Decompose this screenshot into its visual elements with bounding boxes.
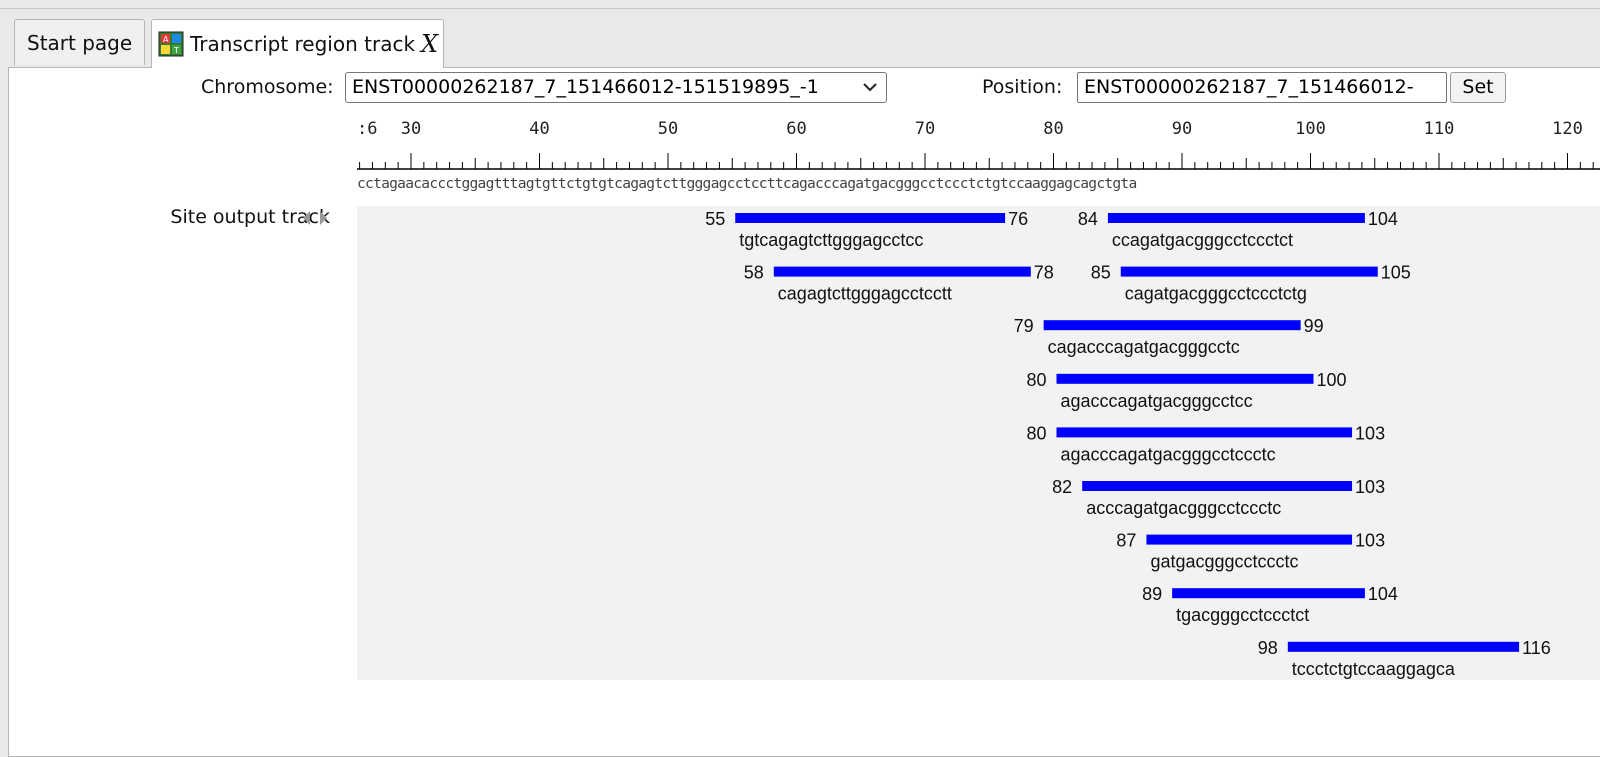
site-start-label: 98 [1258,638,1278,658]
site-end-label: 103 [1355,477,1385,497]
site-end-label: 78 [1034,263,1054,283]
svg-text:A: A [163,35,169,44]
site-start-label: 82 [1052,477,1072,497]
site-sequence-label: cagacccagatgacgggcctc [1048,337,1240,357]
site-end-label: 103 [1355,531,1385,551]
site-start-label: 85 [1091,263,1111,283]
site-bar [1082,481,1353,491]
site-output-track: 55 76 tgtcagagtcttgggagcctcc 84 104 ccagatgac… [705,209,1551,679]
site-bar [773,266,1031,277]
site-sequence-label: tccctctgtccaaggagca [1292,659,1456,679]
site-end-label: 76 [1008,209,1028,229]
site-sequence-label: agacccagatgacgggcctcc [1061,391,1253,411]
site-end-label: 116 [1522,638,1551,658]
site-bar [1120,266,1378,277]
site-start-label: 79 [1014,316,1034,336]
site-start-label: 55 [705,209,725,229]
site-bar [1056,373,1314,384]
site-end-label: 100 [1317,370,1347,390]
close-tab-icon[interactable]: X [421,30,438,58]
site-start-label: 84 [1078,209,1098,229]
site-end-label: 99 [1304,316,1324,336]
site-end-label: 103 [1355,423,1385,443]
site-sequence-label: tgacgggcctccctct [1176,605,1309,625]
site-sequence-label: cagatgacgggcctccctctg [1125,284,1307,304]
site-sequence-label: ccagatgacgggcctccctct [1112,230,1293,250]
tab-transcript-region-track[interactable]: A T Transcript region track X [151,19,444,68]
site-bar [1056,427,1353,438]
site-bar [735,213,1006,223]
site-start-label: 89 [1142,584,1162,604]
site-end-label: 104 [1368,209,1398,229]
site-start-label: 80 [1026,370,1046,390]
site-bar [1172,588,1365,599]
svg-text:T: T [173,46,179,55]
site-bar [1043,320,1301,331]
site-bar [1107,213,1365,223]
site-start-label: 58 [744,263,764,283]
site-bar [1146,534,1353,545]
site-sequence-label: cagagtcttgggagcctcctt [778,284,952,304]
genome-track-icon: A T [158,31,184,57]
site-end-label: 105 [1381,263,1411,283]
site-sequence-label: tgtcagagtcttgggagcctcc [739,230,923,250]
site-bar [1287,641,1520,652]
site-start-label: 87 [1116,531,1136,551]
site-sequence-label: agacccagatgacgggcctccctc [1061,444,1276,464]
site-start-label: 80 [1026,423,1046,443]
site-end-label: 104 [1368,584,1398,604]
tab-label: Transcript region track [190,32,416,56]
site-sequence-label: gatgacgggcctccctc [1150,552,1298,572]
site-sequence-label: acccagatgacgggcctccctc [1086,498,1281,518]
